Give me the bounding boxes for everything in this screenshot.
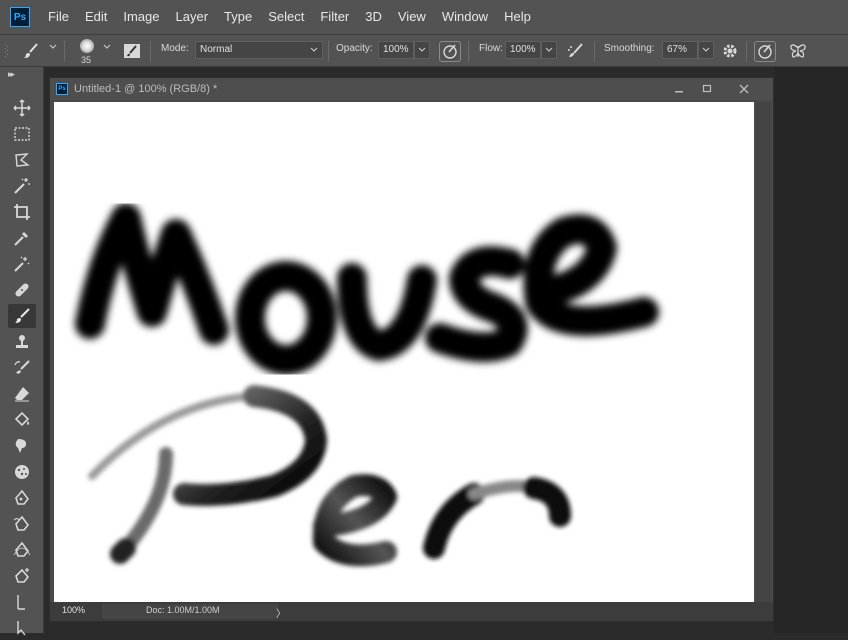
eraser-icon[interactable] <box>8 382 36 406</box>
marquee-tool-icon[interactable] <box>8 122 36 146</box>
chevron-down-icon <box>418 47 426 52</box>
document-ps-icon: Ps <box>56 83 68 95</box>
add-anchor-icon[interactable] <box>8 564 36 588</box>
menu-image[interactable]: Image <box>115 0 167 34</box>
freeform-pen-icon[interactable] <box>8 512 36 536</box>
sponge-icon[interactable] <box>8 460 36 484</box>
grip-handle[interactable] <box>4 43 10 61</box>
menu-help[interactable]: Help <box>496 0 539 34</box>
history-brush-icon[interactable] <box>8 356 36 380</box>
paint-bucket-icon[interactable] <box>8 408 36 432</box>
airbrush-icon[interactable] <box>566 42 584 60</box>
flow-label: Flow: <box>479 43 503 54</box>
opacity-input[interactable]: 100% <box>378 41 414 59</box>
magic-wand-icon[interactable] <box>8 174 36 198</box>
close-icon[interactable] <box>730 81 758 97</box>
brush-tip-preview[interactable] <box>80 39 94 53</box>
clone-stamp-icon[interactable] <box>8 330 36 354</box>
zoom-level[interactable]: 100% <box>62 605 85 615</box>
maximize-icon[interactable] <box>693 81 721 97</box>
curvature-pen-icon[interactable] <box>8 538 36 562</box>
mode-select[interactable]: Normal <box>195 41 323 59</box>
chevron-down-icon <box>310 47 318 52</box>
document-tab[interactable]: Ps Untitled-1 @ 100% (RGB/8) * <box>50 78 773 100</box>
flow-value: 100% <box>510 44 536 55</box>
pressure-size-icon[interactable] <box>754 41 776 62</box>
opacity-value: 100% <box>383 44 409 55</box>
menu-type[interactable]: Type <box>216 0 260 34</box>
menu-layer[interactable]: Layer <box>168 0 217 34</box>
bandage-icon[interactable] <box>8 278 36 302</box>
workspace-background <box>774 67 848 633</box>
opacity-label: Opacity: <box>336 43 373 54</box>
document-title: Untitled-1 @ 100% (RGB/8) * <box>74 83 218 95</box>
path-selection-icon[interactable] <box>8 590 36 614</box>
flow-input[interactable]: 100% <box>505 41 541 59</box>
chevron-down-icon <box>702 47 710 52</box>
collapse-panel-icon[interactable]: ▸▸ <box>8 69 15 80</box>
tool-preset-brush-icon[interactable] <box>22 42 40 60</box>
vertical-scrollbar[interactable] <box>756 102 771 602</box>
brush-picker-chevron-icon[interactable] <box>103 44 111 50</box>
smoothing-input[interactable]: 67% <box>662 41 698 59</box>
minimize-icon[interactable] <box>665 81 693 97</box>
chevron-down-icon <box>545 47 553 52</box>
move-tool-icon[interactable] <box>8 96 36 120</box>
mode-label: Mode: <box>161 43 189 54</box>
menu-file[interactable]: File <box>40 0 77 34</box>
crop-tool-icon[interactable] <box>8 200 36 224</box>
flow-dropdown[interactable] <box>541 41 557 59</box>
symmetry-butterfly-icon[interactable] <box>789 42 807 60</box>
options-bar: 35 Mode: Normal Opacity: 100% Flow: 100%… <box>0 34 848 67</box>
mode-value: Normal <box>200 44 233 55</box>
eyedropper-icon[interactable] <box>8 226 36 250</box>
status-menu-chevron-icon[interactable]: 〉 <box>276 605 286 620</box>
lasso-tool-icon[interactable] <box>8 148 36 172</box>
pressure-opacity-icon[interactable] <box>439 41 461 62</box>
brush-strokes-artwork <box>75 203 659 567</box>
doc-size-info: Doc: 1.00M/1.00M <box>146 605 220 615</box>
canvas[interactable] <box>54 102 754 602</box>
smoothing-label: Smoothing: <box>604 43 655 54</box>
brush-tool-icon[interactable] <box>8 304 36 328</box>
menu-view[interactable]: View <box>390 0 434 34</box>
photoshop-logo-icon: Ps <box>10 7 30 27</box>
menu-window[interactable]: Window <box>434 0 496 34</box>
menu-edit[interactable]: Edit <box>77 0 115 34</box>
menu-bar: Ps File Edit Image Layer Type Select Fil… <box>0 0 848 34</box>
smudge-icon[interactable] <box>8 434 36 458</box>
brush-size-label: 35 <box>81 55 92 65</box>
brush-settings-panel-icon[interactable] <box>123 42 141 60</box>
chevron-down-icon[interactable] <box>49 44 57 50</box>
status-bar: 100% Doc: 1.00M/1.00M 〉 <box>50 602 773 621</box>
mouse-handwriting <box>75 203 659 375</box>
document-window: Ps Untitled-1 @ 100% (RGB/8) * 100% Doc:… <box>49 77 774 622</box>
pen-handwriting <box>88 385 571 567</box>
menu-filter[interactable]: Filter <box>312 0 357 34</box>
menu-select[interactable]: Select <box>260 0 312 34</box>
menu-3d[interactable]: 3D <box>357 0 390 34</box>
smoothing-dropdown[interactable] <box>698 41 714 59</box>
pen-tool-icon[interactable] <box>8 486 36 510</box>
tools-panel: ▸▸ <box>0 67 44 636</box>
gear-icon[interactable] <box>721 42 739 60</box>
spot-healing-icon[interactable] <box>8 252 36 276</box>
direct-selection-icon[interactable] <box>8 616 36 640</box>
opacity-dropdown[interactable] <box>414 41 430 59</box>
smoothing-value: 67% <box>667 44 688 55</box>
